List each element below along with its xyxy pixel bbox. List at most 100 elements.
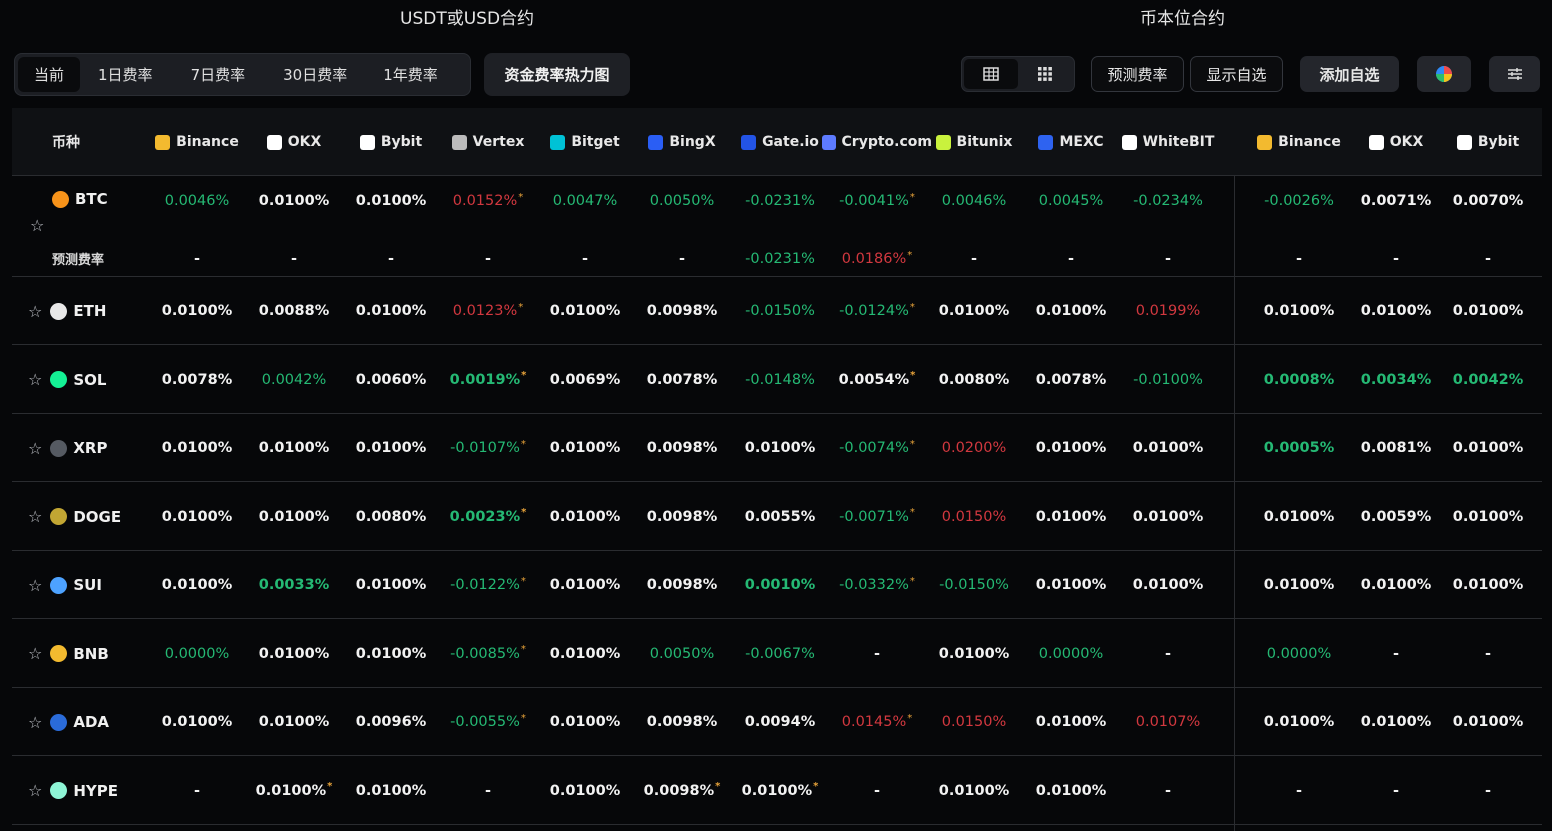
heatmap-button[interactable]: 资金费率热力图 <box>484 53 630 96</box>
rate-cell[interactable]: 0.0152% * <box>440 176 536 226</box>
rate-cell[interactable]: 0.0059% <box>1348 482 1444 551</box>
rate-cell[interactable]: 0.0100% <box>149 688 245 756</box>
rate-cell[interactable]: - <box>1348 619 1444 688</box>
rate-cell[interactable]: 0.0100% <box>1023 688 1119 756</box>
rate-cell[interactable]: 0.0100% <box>343 277 439 345</box>
rate-cell[interactable]: 0.0045% <box>1023 176 1119 226</box>
rate-cell[interactable]: 0.0050% <box>634 619 730 688</box>
rate-cell[interactable]: 0.0100% <box>1251 482 1347 551</box>
favorite-star-icon[interactable]: ☆ <box>28 644 42 663</box>
rate-cell[interactable]: 0.0100% <box>1348 551 1444 619</box>
rate-cell[interactable]: -0.0026% <box>1251 176 1347 226</box>
rate-cell[interactable]: 0.0100% <box>1251 277 1347 345</box>
sliders-icon[interactable] <box>1489 56 1540 92</box>
show-favorites-button[interactable]: 显示自选 <box>1190 56 1283 92</box>
grid-icon[interactable] <box>1018 59 1072 89</box>
exchange-header-11[interactable]: Binance <box>1244 108 1354 176</box>
exchange-header-5[interactable]: BingX <box>627 108 737 176</box>
tab-current[interactable]: 当前 <box>18 57 81 92</box>
exchange-header-10[interactable]: WhiteBIT <box>1113 108 1223 176</box>
rate-cell[interactable]: 0.0100% <box>537 277 633 345</box>
rate-cell[interactable]: -0.0231% <box>732 176 828 226</box>
exchange-header-8[interactable]: Bitunix <box>919 108 1029 176</box>
rate-cell[interactable]: 0.0033% <box>246 551 342 619</box>
add-favorite-button[interactable]: 添加自选 <box>1300 56 1399 92</box>
rate-cell[interactable]: -0.0332% * <box>829 551 925 619</box>
rate-cell[interactable]: 0.0100% <box>1251 688 1347 756</box>
rate-cell[interactable]: -0.0150% <box>732 277 828 345</box>
rate-cell[interactable]: 0.0098% * <box>634 756 730 825</box>
rate-cell[interactable]: 0.0000% <box>1251 619 1347 688</box>
table-row[interactable]: ☆ XRP 0.0100% 0.0100% 0.0100% -0.0107% * 0.0100… <box>12 414 1542 482</box>
rate-cell[interactable]: 0.0100% <box>926 277 1022 345</box>
rate-cell[interactable]: - <box>1251 756 1347 825</box>
favorite-star-icon[interactable]: ☆ <box>28 370 42 389</box>
rate-cell[interactable]: 0.0100% <box>1440 277 1536 345</box>
rate-cell[interactable]: 0.0100% <box>537 756 633 825</box>
rate-cell[interactable]: -0.0107% * <box>440 414 536 482</box>
rate-cell[interactable]: 0.0100% * <box>246 756 342 825</box>
exchange-header-13[interactable]: Bybit <box>1433 108 1543 176</box>
rate-cell[interactable]: 0.0100% <box>537 619 633 688</box>
rate-cell[interactable]: 0.0100% <box>1348 277 1444 345</box>
rate-cell[interactable]: - <box>149 756 245 825</box>
rate-cell[interactable]: 0.0042% <box>246 345 342 414</box>
table-row[interactable]: ☆ HYPE -0.0100% * 0.0100% -0.0100% 0.0098% * 0.0… <box>12 756 1542 825</box>
tab-1d[interactable]: 1日费率 <box>88 57 163 92</box>
rate-cell[interactable]: -0.0071% * <box>829 482 925 551</box>
rate-cell[interactable]: 0.0005% <box>1251 414 1347 482</box>
rate-cell[interactable]: -0.0055% * <box>440 688 536 756</box>
rate-cell[interactable]: 0.0023% * <box>440 482 536 551</box>
rate-cell[interactable]: 0.0042% <box>1440 345 1536 414</box>
favorite-star-icon[interactable]: ☆ <box>28 781 42 800</box>
rate-cell[interactable]: 0.0055% <box>732 482 828 551</box>
table-row[interactable]: ☆ SUI 0.0100% 0.0033% 0.0100% -0.0122% * 0.0100… <box>12 551 1542 619</box>
rate-cell[interactable]: 0.0078% <box>149 345 245 414</box>
rate-cell[interactable]: 0.0100% <box>1440 414 1536 482</box>
rate-cell[interactable]: 0.0100% <box>537 551 633 619</box>
rate-cell[interactable]: -0.0100% <box>1120 345 1216 414</box>
rate-cell[interactable]: 0.0100% <box>246 619 342 688</box>
rate-cell[interactable]: 0.0100% <box>1023 414 1119 482</box>
rate-cell[interactable]: 0.0100% <box>1023 756 1119 825</box>
rate-cell[interactable]: 0.0100% <box>343 414 439 482</box>
rate-cell[interactable]: 0.0010% <box>732 551 828 619</box>
table-row[interactable]: ☆ SOL 0.0078% 0.0042% 0.0060% 0.0019% * 0.0069%… <box>12 345 1542 414</box>
rate-cell[interactable]: 0.0150% <box>926 688 1022 756</box>
rate-cell[interactable]: 0.0100% <box>343 756 439 825</box>
table-row[interactable]: BTC ☆ 预测费率 0.0046% 0.0100% 0.0100% 0.0152% * 0.0… <box>12 176 1542 277</box>
favorite-star-icon[interactable]: ☆ <box>28 439 42 458</box>
rate-cell[interactable]: 0.0098% <box>634 482 730 551</box>
rate-cell[interactable]: 0.0008% <box>1251 345 1347 414</box>
rate-cell[interactable]: 0.0200% <box>926 414 1022 482</box>
rate-cell[interactable]: 0.0100% <box>343 619 439 688</box>
rate-cell[interactable]: 0.0081% <box>1348 414 1444 482</box>
rate-cell[interactable]: 0.0100% <box>1120 551 1216 619</box>
exchange-header-1[interactable]: OKX <box>239 108 349 176</box>
rate-cell[interactable]: 0.0100% <box>537 482 633 551</box>
rate-cell[interactable]: 0.0107% <box>1120 688 1216 756</box>
exchange-header-4[interactable]: Bitget <box>530 108 640 176</box>
table-icon[interactable] <box>964 59 1018 89</box>
rate-cell[interactable]: 0.0100% <box>1120 482 1216 551</box>
rate-cell[interactable]: 0.0100% <box>246 482 342 551</box>
rate-cell[interactable]: -0.0148% <box>732 345 828 414</box>
rate-cell[interactable]: -0.0085% * <box>440 619 536 688</box>
rate-cell[interactable]: 0.0100% <box>149 551 245 619</box>
rate-cell[interactable]: 0.0100% <box>1023 551 1119 619</box>
rate-cell[interactable]: 0.0070% <box>1440 176 1536 226</box>
rate-cell[interactable]: 0.0100% <box>1023 482 1119 551</box>
exchange-header-9[interactable]: MEXC <box>1016 108 1126 176</box>
rate-cell[interactable]: -0.0074% * <box>829 414 925 482</box>
rate-cell[interactable]: 0.0098% <box>634 688 730 756</box>
rate-cell[interactable]: 0.0100% <box>149 414 245 482</box>
rate-cell[interactable]: 0.0050% <box>634 176 730 226</box>
rate-cell[interactable]: 0.0150% <box>926 482 1022 551</box>
predict-rate-button[interactable]: 预测费率 <box>1091 56 1184 92</box>
favorite-star-icon[interactable]: ☆ <box>28 576 42 595</box>
favorite-star-icon[interactable]: ☆ <box>28 507 42 526</box>
rate-cell[interactable]: 0.0060% <box>343 345 439 414</box>
tab-30d[interactable]: 30日费率 <box>275 57 355 92</box>
rate-cell[interactable]: 0.0100% <box>926 756 1022 825</box>
rate-cell[interactable]: 0.0100% <box>343 176 439 226</box>
